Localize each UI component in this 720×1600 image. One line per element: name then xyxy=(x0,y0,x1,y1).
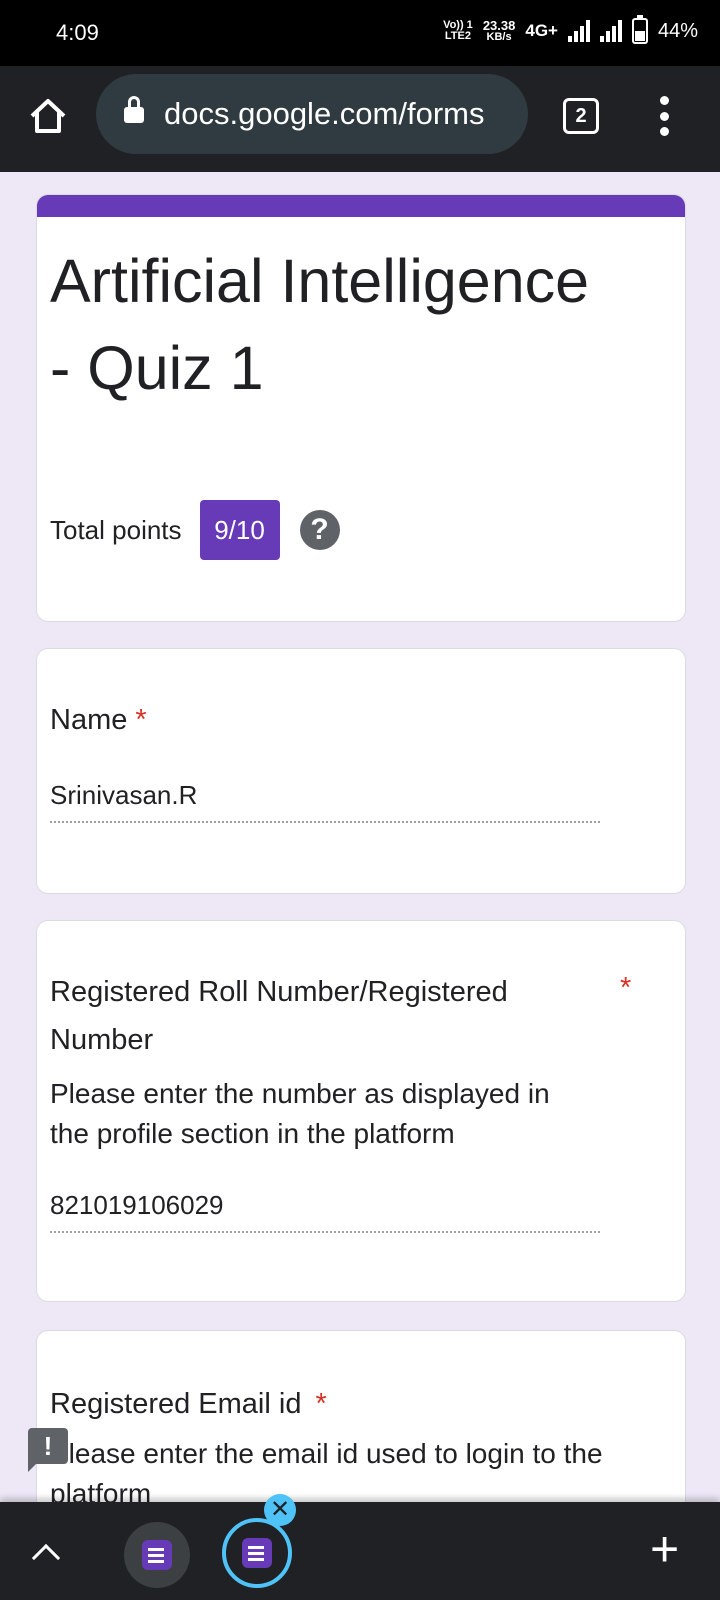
new-tab-button[interactable]: + xyxy=(650,1524,679,1574)
question-card-name xyxy=(36,648,686,894)
forms-icon xyxy=(242,1538,272,1568)
signal-icon-2 xyxy=(599,20,622,42)
feedback-icon[interactable]: ! xyxy=(28,1428,68,1472)
total-points-label: Total points xyxy=(50,514,182,545)
overflow-menu-icon[interactable] xyxy=(656,96,672,136)
signal-icon xyxy=(567,20,590,42)
battery-level: 44% xyxy=(657,19,698,42)
status-time: 4:09 xyxy=(56,20,99,45)
forms-icon xyxy=(142,1540,172,1570)
total-points-row: Total points 9/10 ? xyxy=(50,500,340,560)
browser-toolbar: docs.google.com/forms 2 xyxy=(0,66,720,172)
url-text: docs.google.com/forms xyxy=(164,96,485,131)
form-accent-bar xyxy=(37,195,685,217)
form-title: Artificial Intelligence - Quiz 1 xyxy=(50,247,590,402)
tab-thumbnail-1[interactable] xyxy=(124,1522,190,1588)
required-asterisk: * xyxy=(135,704,147,736)
help-icon[interactable]: ? xyxy=(299,510,340,550)
question-title: Registered Email id * xyxy=(50,1388,327,1420)
status-indicators: Vo)) 1 LTE2 23.38 KB/s 4G+ 44% xyxy=(443,15,698,44)
status-bar: 4:09 Vo)) 1 LTE2 23.38 KB/s 4G+ 44% xyxy=(0,0,720,66)
lock-icon xyxy=(124,96,144,124)
tab-switcher-button[interactable]: 2 xyxy=(563,98,599,134)
chevron-up-icon[interactable] xyxy=(31,1543,61,1573)
question-title: Registered Roll Number/Registered Number xyxy=(50,976,508,1056)
required-asterisk: * xyxy=(315,1388,327,1420)
answer-name: Srinivasan.R xyxy=(50,780,600,823)
volte-indicator: Vo)) 1 LTE2 xyxy=(443,19,473,42)
answer-roll-number: 821019106029 xyxy=(50,1190,600,1233)
close-tab-icon[interactable]: ✕ xyxy=(264,1494,296,1526)
battery-icon xyxy=(631,15,648,44)
bottom-tab-bar: ✕ + xyxy=(0,1494,720,1600)
score-badge: 9/10 xyxy=(199,500,280,560)
network-type: 4G+ xyxy=(525,21,558,40)
question-title: Name * xyxy=(50,704,147,736)
required-asterisk: * xyxy=(620,972,632,1004)
home-icon[interactable] xyxy=(26,94,70,138)
network-speed: 23.38 KB/s xyxy=(482,18,516,43)
question-description: Please enter the number as displayed in … xyxy=(50,1078,550,1149)
url-bar[interactable]: docs.google.com/forms xyxy=(96,74,528,154)
tab-thumbnail-2-active[interactable] xyxy=(222,1518,292,1588)
